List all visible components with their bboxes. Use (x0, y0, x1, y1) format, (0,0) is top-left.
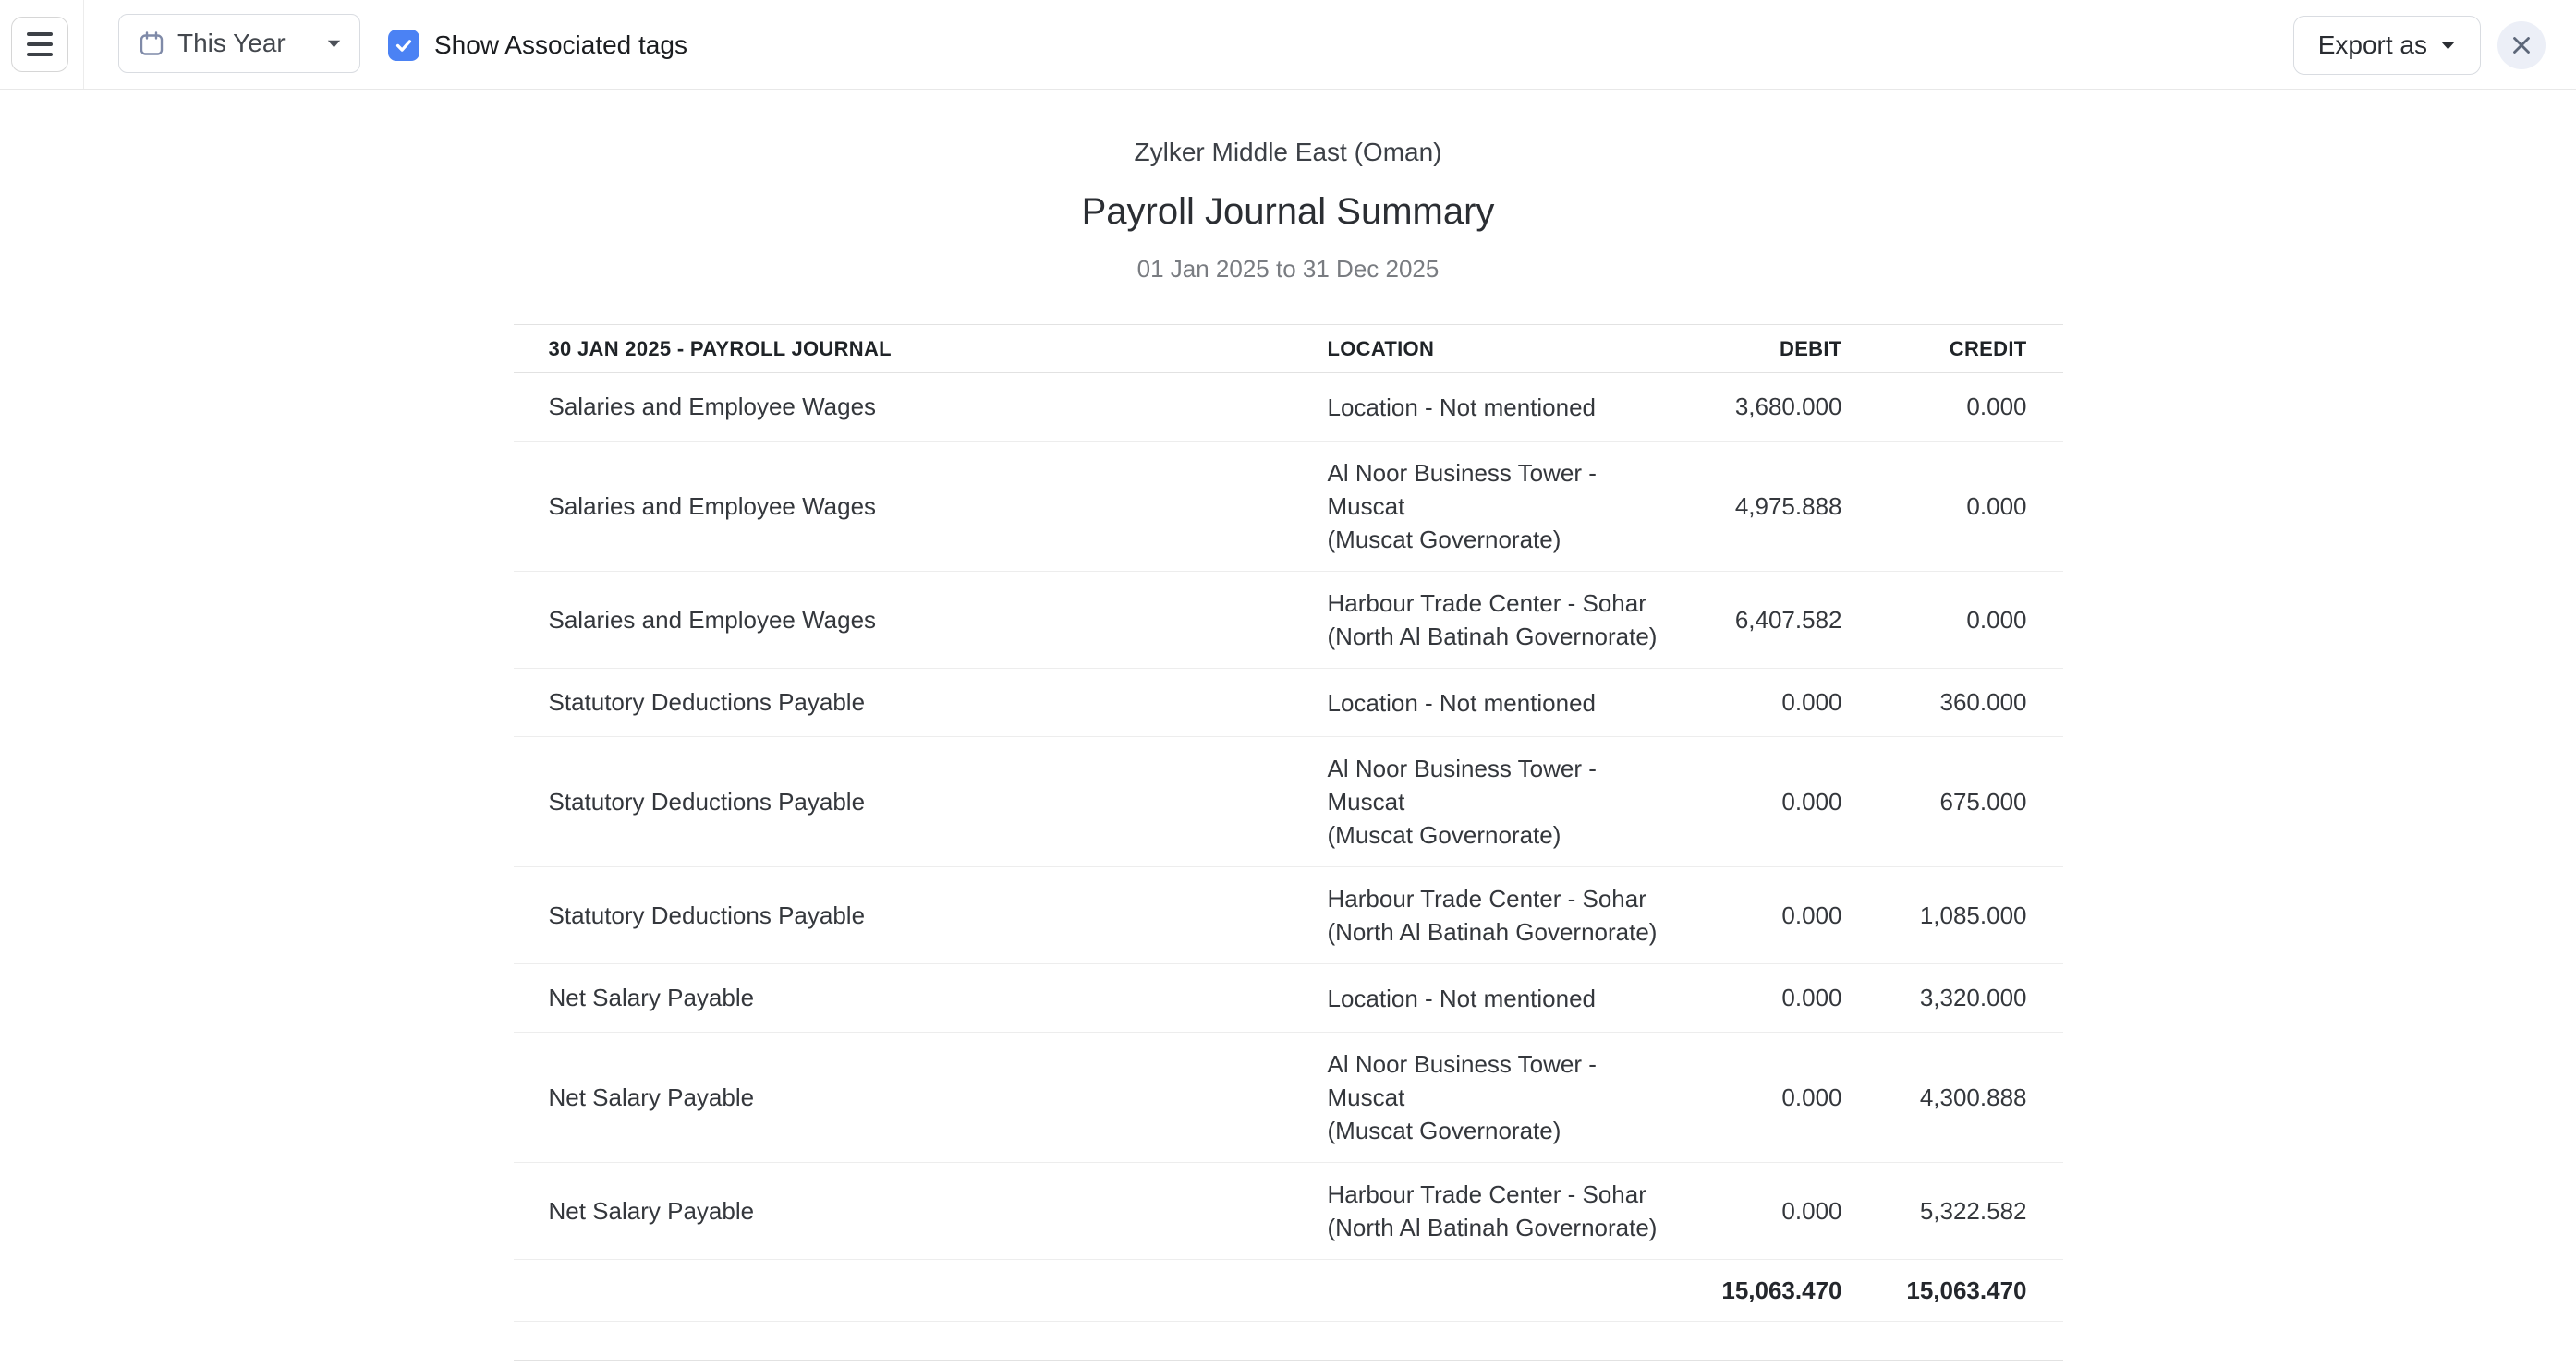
column-header-debit: DEBIT (1671, 325, 1842, 373)
debit-cell: 0.000 (1671, 737, 1842, 867)
account-cell: Net Salary Payable (514, 1033, 1328, 1163)
credit-cell: 4,300.888 (1842, 1033, 2063, 1163)
show-associated-tags-label: Show Associated tags (434, 30, 687, 60)
location-cell: Harbour Trade Center - Sohar(North Al Ba… (1328, 867, 1671, 964)
report-tables: 30 JAN 2025 - PAYROLL JOURNAL LOCATION D… (514, 324, 2063, 1367)
location-cell: Al Noor Business Tower - Muscat(Muscat G… (1328, 1033, 1671, 1163)
column-header-credit: CREDIT (1842, 325, 2063, 373)
account-cell: Salaries and Employee Wages (514, 572, 1328, 669)
journal-table: 30 JAN 2025 - WAGE PAYMENT LOCATION DEBI… (514, 1360, 2063, 1367)
location-cell: Location - Not mentioned (1328, 669, 1671, 737)
account-cell: Salaries and Employee Wages (514, 442, 1328, 572)
account-cell: Statutory Deductions Payable (514, 669, 1328, 737)
page-title: Payroll Journal Summary (0, 191, 2576, 233)
table-row: Salaries and Employee Wages Al Noor Busi… (514, 442, 2063, 572)
close-icon (2509, 33, 2533, 57)
toolbar-right-group: Export as (2293, 0, 2576, 90)
debit-cell: 0.000 (1671, 1033, 1842, 1163)
debit-cell: 3,680.000 (1671, 373, 1842, 442)
total-credit-cell: 15,063.470 (1842, 1260, 2063, 1322)
total-spacer (1328, 1260, 1671, 1322)
total-row: 15,063.470 15,063.470 (514, 1260, 2063, 1322)
show-associated-tags-toggle[interactable]: Show Associated tags (388, 0, 687, 90)
debit-cell: 0.000 (1671, 669, 1842, 737)
table-header-row: 30 JAN 2025 - PAYROLL JOURNAL LOCATION D… (514, 325, 2063, 373)
export-as-label: Export as (2318, 30, 2427, 60)
total-spacer (514, 1260, 1328, 1322)
section-header-title: 30 JAN 2025 - PAYROLL JOURNAL (514, 325, 1328, 373)
column-header-location: LOCATION (1328, 325, 1671, 373)
close-button[interactable] (2497, 21, 2546, 69)
hamburger-icon (27, 32, 53, 56)
credit-cell: 5,322.582 (1842, 1163, 2063, 1260)
credit-cell: 360.000 (1842, 669, 2063, 737)
account-cell: Statutory Deductions Payable (514, 737, 1328, 867)
total-debit-cell: 15,063.470 (1671, 1260, 1842, 1322)
table-row: Salaries and Employee Wages Harbour Trad… (514, 572, 2063, 669)
table-row: Net Salary Payable Location - Not mentio… (514, 964, 2063, 1033)
account-cell: Statutory Deductions Payable (514, 867, 1328, 964)
toolbar: This Year Show Associated tags Export as (0, 0, 2576, 90)
column-header-location: LOCATION (1328, 1361, 1671, 1367)
report-view: Zylker Middle East (Oman) Payroll Journa… (0, 90, 2576, 1367)
journal-table: 30 JAN 2025 - PAYROLL JOURNAL LOCATION D… (514, 324, 2063, 1322)
location-cell: Harbour Trade Center - Sohar(North Al Ba… (1328, 572, 1671, 669)
checkbox-checked[interactable] (388, 30, 419, 61)
credit-cell: 0.000 (1842, 373, 2063, 442)
table-row: Statutory Deductions Payable Location - … (514, 669, 2063, 737)
credit-cell: 0.000 (1842, 572, 2063, 669)
column-header-debit: DEBIT (1671, 1361, 1842, 1367)
location-cell: Harbour Trade Center - Sohar(North Al Ba… (1328, 1163, 1671, 1260)
debit-cell: 0.000 (1671, 964, 1842, 1033)
location-cell: Location - Not mentioned (1328, 964, 1671, 1033)
period-filter-value: This Year (177, 29, 327, 58)
calendar-icon (138, 30, 165, 57)
menu-button[interactable] (11, 17, 68, 72)
table-row: Salaries and Employee Wages Location - N… (514, 373, 2063, 442)
credit-cell: 675.000 (1842, 737, 2063, 867)
chevron-down-icon (327, 40, 341, 48)
report-date-range: 01 Jan 2025 to 31 Dec 2025 (0, 255, 2576, 284)
table-header-row: 30 JAN 2025 - WAGE PAYMENT LOCATION DEBI… (514, 1361, 2063, 1367)
table-row: Statutory Deductions Payable Harbour Tra… (514, 867, 2063, 964)
account-cell: Net Salary Payable (514, 1163, 1328, 1260)
toolbar-divider (83, 0, 84, 89)
debit-cell: 0.000 (1671, 1163, 1842, 1260)
section-header-title: 30 JAN 2025 - WAGE PAYMENT (514, 1361, 1328, 1367)
credit-cell: 0.000 (1842, 442, 2063, 572)
column-header-credit: CREDIT (1842, 1361, 2063, 1367)
period-filter-dropdown[interactable]: This Year (118, 14, 360, 73)
debit-cell: 6,407.582 (1671, 572, 1842, 669)
credit-cell: 3,320.000 (1842, 964, 2063, 1033)
table-row: Net Salary Payable Harbour Trade Center … (514, 1163, 2063, 1260)
location-cell: Location - Not mentioned (1328, 373, 1671, 442)
location-cell: Al Noor Business Tower - Muscat(Muscat G… (1328, 737, 1671, 867)
table-row: Statutory Deductions Payable Al Noor Bus… (514, 737, 2063, 867)
table-row: Net Salary Payable Al Noor Business Towe… (514, 1033, 2063, 1163)
export-as-button[interactable]: Export as (2293, 16, 2481, 75)
credit-cell: 1,085.000 (1842, 867, 2063, 964)
location-cell: Al Noor Business Tower - Muscat(Muscat G… (1328, 442, 1671, 572)
debit-cell: 0.000 (1671, 867, 1842, 964)
account-cell: Net Salary Payable (514, 964, 1328, 1033)
debit-cell: 4,975.888 (1671, 442, 1842, 572)
chevron-down-icon (2440, 41, 2456, 50)
organization-name: Zylker Middle East (Oman) (0, 138, 2576, 167)
check-icon (394, 35, 414, 55)
account-cell: Salaries and Employee Wages (514, 373, 1328, 442)
